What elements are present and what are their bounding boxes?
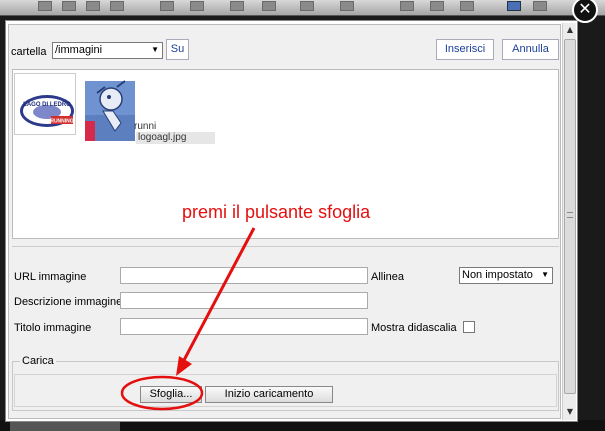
annotation-overlay: [120, 227, 256, 411]
annotation-arrow-line: [181, 227, 256, 363]
annotation-highlight-ellipse: [120, 375, 204, 411]
close-icon: ✕: [578, 0, 592, 18]
